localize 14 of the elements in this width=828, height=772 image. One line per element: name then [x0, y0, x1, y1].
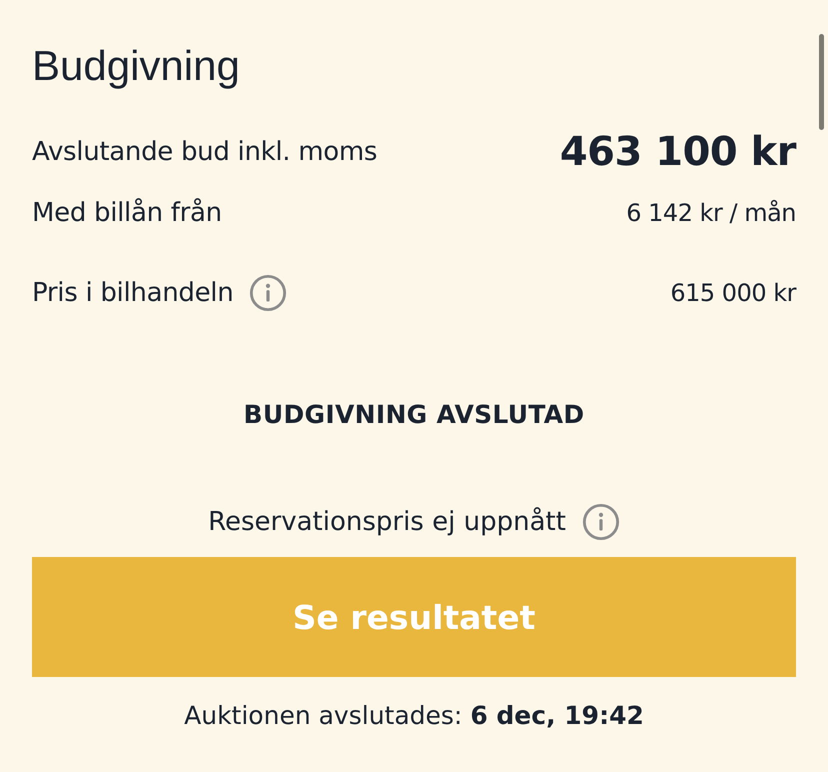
price-label: Avslutande bud inkl. moms [32, 137, 378, 167]
price-label: Med billån från [32, 198, 222, 228]
auction-end-time: Auktionen avslutades: 6 dec, 19:42 [184, 701, 644, 730]
info-icon[interactable] [249, 274, 288, 312]
info-icon[interactable] [582, 503, 620, 541]
scrollbar-thumb[interactable] [819, 34, 824, 130]
reserve-price-note: Reservationspris ej uppnått [208, 507, 566, 537]
price-value: 463 100 kr [560, 129, 796, 175]
price-label: Pris i bilhandeln [32, 278, 234, 308]
see-results-button[interactable]: Se resultatet [32, 557, 796, 677]
price-value: 615 000 kr [670, 279, 796, 307]
auction-status: BUDGIVNING AVSLUTAD [244, 400, 584, 429]
section-title: Budgivning [32, 41, 241, 91]
price-value: 6 142 kr / mån [626, 199, 796, 227]
